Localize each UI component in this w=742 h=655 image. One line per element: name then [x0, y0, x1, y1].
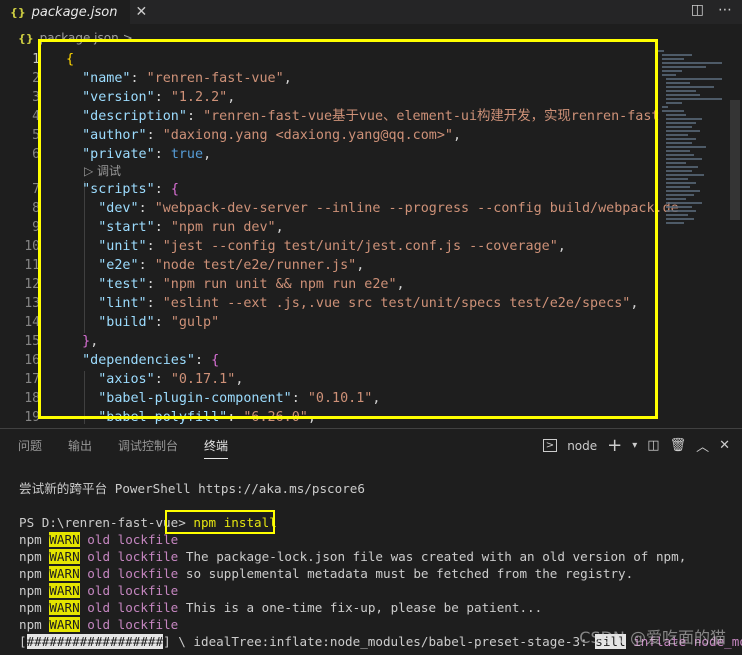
line-number: 17	[24, 372, 40, 387]
progress-bar: ##################	[26, 634, 164, 649]
tab-debug-console[interactable]: 调试控制台	[118, 437, 178, 459]
code-line: "private": true,	[82, 147, 212, 162]
line-number: 7	[32, 182, 40, 197]
line-number: 19	[24, 410, 40, 424]
line-number: 10	[24, 239, 40, 254]
line-number: 1	[32, 52, 40, 67]
code-line: "unit": "jest --config test/unit/jest.co…	[98, 239, 566, 254]
code-line: "babel-plugin-component": "0.10.1",	[98, 391, 381, 406]
code-line: "name": "renren-fast-vue",	[82, 71, 292, 86]
minimap[interactable]	[654, 48, 728, 248]
code-line: "start": "npm run dev",	[98, 220, 284, 235]
terminal-warn-line: npm WARN old lockfile	[19, 617, 179, 632]
line-number: 13	[24, 296, 40, 311]
terminal-icon: >	[542, 439, 558, 452]
line-number: 2	[32, 71, 40, 86]
line-number: 16	[24, 353, 40, 368]
chevron-down-icon[interactable]: ▾	[632, 440, 637, 451]
debug-codelens[interactable]: ▷ 调试	[84, 163, 121, 179]
editor-scrollbar[interactable]	[728, 48, 742, 424]
line-number: 3	[32, 90, 40, 105]
line-number: 18	[24, 391, 40, 406]
split-editor-icon[interactable]: ◫	[691, 2, 704, 18]
command-highlight-box	[165, 510, 275, 534]
terminal-line: 尝试新的跨平台 PowerShell https://aka.ms/pscore…	[19, 481, 365, 496]
tab-terminal[interactable]: 终端	[204, 437, 229, 459]
new-terminal-icon[interactable]: +	[607, 435, 622, 456]
line-number: 11	[24, 258, 40, 273]
line-number: 14	[24, 315, 40, 330]
close-panel-icon[interactable]: ✕	[719, 438, 730, 453]
editor-tab-bar: {} package.json ✕ ◫ ⋯	[0, 0, 742, 24]
breadcrumb-separator[interactable]: > …	[123, 31, 149, 45]
code-line: "author": "daxiong.yang <daxiong.yang@qq…	[82, 128, 462, 143]
terminal-warn-line: npm WARN old lockfile so supplemental me…	[19, 566, 634, 581]
line-number: 5	[32, 128, 40, 143]
code-line: },	[82, 334, 99, 349]
line-number: 9	[32, 220, 40, 235]
code-line: "e2e": "node test/e2e/runner.js",	[98, 258, 365, 273]
watermark: CSDN @爱吃面的猫	[579, 628, 726, 647]
code-editor[interactable]: 1 2 3 4 5 6 7 8 9 10 11 12 13 14 15 16 1…	[0, 48, 742, 424]
code-line: "lint": "eslint --ext .js,.vue src test/…	[98, 296, 639, 311]
more-actions-icon[interactable]: ⋯	[718, 2, 732, 18]
json-file-icon: {}	[10, 5, 26, 19]
terminal-shell-label[interactable]: node	[567, 439, 597, 453]
line-number: 8	[32, 201, 40, 216]
trash-icon[interactable]: 🗑	[670, 438, 687, 453]
tab-title: package.json	[31, 4, 118, 20]
json-file-icon: {}	[18, 31, 34, 45]
tab-problems[interactable]: 问题	[18, 437, 42, 459]
code-line: "build": "gulp"	[98, 315, 220, 330]
breadcrumb: {} package.json > …	[18, 28, 149, 48]
line-number: 6	[32, 147, 40, 162]
line-number: 15	[24, 334, 40, 349]
code-line: "dev": "webpack-dev-server --inline --pr…	[98, 201, 679, 216]
code-line: "dependencies": {	[82, 353, 220, 368]
maximize-panel-icon[interactable]: ︿	[696, 436, 709, 455]
line-number: 12	[24, 277, 40, 292]
split-terminal-icon[interactable]: ◫	[647, 438, 659, 453]
terminal-warn-line: npm WARN old lockfile	[19, 583, 179, 598]
code-line: "description": "renren-fast-vue基于vue、ele…	[82, 109, 660, 124]
breadcrumb-file[interactable]: package.json	[40, 31, 119, 45]
tab-output[interactable]: 输出	[68, 437, 92, 459]
line-number: 4	[32, 109, 40, 124]
terminal-warn-line: npm WARN old lockfile	[19, 532, 179, 547]
code-line: "version": "1.2.2",	[82, 90, 236, 105]
tab-package-json[interactable]: {} package.json ✕	[0, 0, 147, 24]
close-icon[interactable]: ✕	[136, 4, 148, 20]
code-line: "scripts": {	[82, 182, 179, 197]
code-line: "test": "npm run unit && npm run e2e",	[98, 277, 405, 292]
terminal-warn-line: npm WARN old lockfile This is a one-time…	[19, 600, 543, 615]
code-line: {	[66, 52, 75, 67]
code-line: "babel-polyfill": "6.26.0",	[98, 410, 316, 424]
terminal-warn-line: npm WARN old lockfile The package-lock.j…	[19, 549, 687, 564]
code-line: "axios": "0.17.1",	[98, 372, 244, 387]
